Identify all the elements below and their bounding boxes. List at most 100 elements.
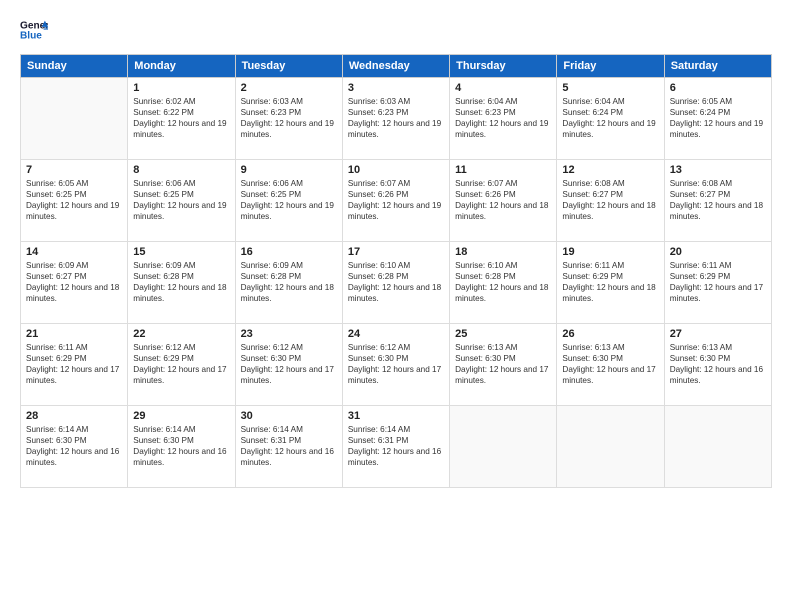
sunset-label: Sunset: bbox=[348, 436, 378, 445]
sunrise-value: 6:13 AM bbox=[487, 343, 517, 352]
week-row-1: 1Sunrise: 6:02 AMSunset: 6:22 PMDaylight… bbox=[21, 78, 772, 160]
sunset-label: Sunset: bbox=[241, 272, 271, 281]
calendar-cell: 4Sunrise: 6:04 AMSunset: 6:23 PMDaylight… bbox=[450, 78, 557, 160]
sunrise-value: 6:12 AM bbox=[273, 343, 303, 352]
sunrise-value: 6:10 AM bbox=[487, 261, 517, 270]
sunrise-label: Sunrise: bbox=[670, 343, 702, 352]
sunset-label: Sunset: bbox=[241, 436, 271, 445]
sunrise-value: 6:03 AM bbox=[380, 97, 410, 106]
day-info: Sunrise: 6:09 AMSunset: 6:28 PMDaylight:… bbox=[133, 260, 229, 304]
day-info: Sunrise: 6:12 AMSunset: 6:29 PMDaylight:… bbox=[133, 342, 229, 386]
day-number: 19 bbox=[562, 246, 658, 258]
sunset-value: 6:26 PM bbox=[378, 190, 409, 199]
calendar-cell: 13 Sunrise: 6:08 AMSunset: 6:27 PMDayligh… bbox=[664, 160, 771, 242]
sunrise-value: 6:09 AM bbox=[166, 261, 196, 270]
sunset-value: 6:24 PM bbox=[592, 108, 623, 117]
sunrise-value: 6:14 AM bbox=[273, 425, 303, 434]
calendar-cell: 6Sunrise: 6:05 AMSunset: 6:24 PMDaylight… bbox=[664, 78, 771, 160]
sunrise-value: 6:07 AM bbox=[380, 179, 410, 188]
weekday-header-tuesday: Tuesday bbox=[235, 55, 342, 78]
sunset-label: Sunset: bbox=[562, 354, 592, 363]
sunrise-value: 6:04 AM bbox=[487, 97, 517, 106]
sunrise-value: 6:07 AM bbox=[487, 179, 517, 188]
sunset-value: 6:27 PM bbox=[592, 190, 623, 199]
calendar-cell: 14Sunrise: 6:09 AMSunset: 6:27 PMDayligh… bbox=[21, 242, 128, 324]
page-header: General Blue bbox=[20, 16, 772, 44]
day-number: 27 bbox=[670, 328, 766, 340]
sunset-value: 6:30 PM bbox=[163, 436, 194, 445]
sunrise-label: Sunrise: bbox=[455, 343, 487, 352]
day-number: 2 bbox=[241, 82, 337, 94]
sunrise-label: Sunrise: bbox=[241, 97, 273, 106]
sunset-value: 6:28 PM bbox=[378, 272, 409, 281]
calendar-cell: 16 Sunrise: 6:09 AMSunset: 6:28 PMDayligh… bbox=[235, 242, 342, 324]
sunrise-label: Sunrise: bbox=[133, 261, 165, 270]
sunset-label: Sunset: bbox=[455, 354, 485, 363]
sunrise-value: 6:13 AM bbox=[595, 343, 625, 352]
sunrise-value: 6:02 AM bbox=[166, 97, 196, 106]
sunset-value: 6:25 PM bbox=[163, 190, 194, 199]
day-info: Sunrise: 6:14 AMSunset: 6:30 PMDaylight:… bbox=[133, 424, 229, 468]
calendar-cell: 30Sunrise: 6:14 AMSunset: 6:31 PMDayligh… bbox=[235, 406, 342, 488]
sunrise-label: Sunrise: bbox=[241, 261, 273, 270]
calendar-cell: 31Sunrise: 6:14 AMSunset: 6:31 PMDayligh… bbox=[342, 406, 449, 488]
sunrise-label: Sunrise: bbox=[562, 343, 594, 352]
calendar-cell: 21Sunrise: 6:11 AMSunset: 6:29 PMDayligh… bbox=[21, 324, 128, 406]
sunrise-label: Sunrise: bbox=[26, 425, 58, 434]
weekday-header-wednesday: Wednesday bbox=[342, 55, 449, 78]
day-number: 16 bbox=[241, 246, 337, 258]
day-number: 5 bbox=[562, 82, 658, 94]
day-info: Sunrise: 6:09 AMSunset: 6:28 PMDaylight:… bbox=[241, 260, 337, 304]
daylight-label: Daylight: bbox=[348, 447, 382, 456]
sunrise-label: Sunrise: bbox=[26, 343, 58, 352]
calendar-cell bbox=[557, 406, 664, 488]
day-info: Sunrise: 6:08 AMSunset: 6:27 PMDaylight:… bbox=[670, 178, 766, 222]
daylight-label: Daylight: bbox=[670, 119, 704, 128]
sunset-value: 6:27 PM bbox=[56, 272, 87, 281]
day-number: 25 bbox=[455, 328, 551, 340]
week-row-3: 14Sunrise: 6:09 AMSunset: 6:27 PMDayligh… bbox=[21, 242, 772, 324]
daylight-label: Daylight: bbox=[133, 201, 167, 210]
sunrise-label: Sunrise: bbox=[348, 179, 380, 188]
day-number: 1 bbox=[133, 82, 229, 94]
sunrise-value: 6:05 AM bbox=[702, 97, 732, 106]
day-number: 26 bbox=[562, 328, 658, 340]
day-number: 10 bbox=[348, 164, 444, 176]
sunrise-label: Sunrise: bbox=[455, 261, 487, 270]
sunrise-value: 6:08 AM bbox=[702, 179, 732, 188]
sunset-value: 6:25 PM bbox=[56, 190, 87, 199]
daylight-label: Daylight: bbox=[670, 283, 704, 292]
day-number: 13 bbox=[670, 164, 766, 176]
sunset-value: 6:28 PM bbox=[271, 272, 302, 281]
daylight-label: Daylight: bbox=[133, 283, 167, 292]
daylight-label: Daylight: bbox=[455, 201, 489, 210]
sunrise-label: Sunrise: bbox=[455, 97, 487, 106]
sunrise-label: Sunrise: bbox=[133, 179, 165, 188]
day-info: Sunrise: 6:03 AMSunset: 6:23 PMDaylight:… bbox=[348, 96, 444, 140]
daylight-label: Daylight: bbox=[348, 201, 382, 210]
day-info: Sunrise: 6:06 AMSunset: 6:25 PMDaylight:… bbox=[133, 178, 229, 222]
sunrise-label: Sunrise: bbox=[562, 97, 594, 106]
calendar-cell: 3Sunrise: 6:03 AMSunset: 6:23 PMDaylight… bbox=[342, 78, 449, 160]
sunrise-value: 6:14 AM bbox=[380, 425, 410, 434]
weekday-header-monday: Monday bbox=[128, 55, 235, 78]
sunset-label: Sunset: bbox=[26, 272, 56, 281]
daylight-label: Daylight: bbox=[26, 283, 60, 292]
sunset-value: 6:23 PM bbox=[485, 108, 516, 117]
calendar-cell: 29Sunrise: 6:14 AMSunset: 6:30 PMDayligh… bbox=[128, 406, 235, 488]
sunrise-value: 6:13 AM bbox=[702, 343, 732, 352]
sunrise-value: 6:12 AM bbox=[166, 343, 196, 352]
sunset-value: 6:29 PM bbox=[163, 354, 194, 363]
sunset-label: Sunset: bbox=[455, 272, 485, 281]
day-info: Sunrise: 6:11 AMSunset: 6:29 PMDaylight:… bbox=[670, 260, 766, 304]
day-info: Sunrise: 6:10 AMSunset: 6:28 PMDaylight:… bbox=[348, 260, 444, 304]
daylight-label: Daylight: bbox=[241, 447, 275, 456]
day-number: 23 bbox=[241, 328, 337, 340]
sunrise-label: Sunrise: bbox=[562, 261, 594, 270]
sunrise-value: 6:11 AM bbox=[702, 261, 731, 270]
sunset-label: Sunset: bbox=[670, 108, 700, 117]
daylight-label: Daylight: bbox=[562, 365, 596, 374]
sunset-value: 6:26 PM bbox=[485, 190, 516, 199]
sunrise-label: Sunrise: bbox=[241, 343, 273, 352]
sunset-value: 6:23 PM bbox=[378, 108, 409, 117]
